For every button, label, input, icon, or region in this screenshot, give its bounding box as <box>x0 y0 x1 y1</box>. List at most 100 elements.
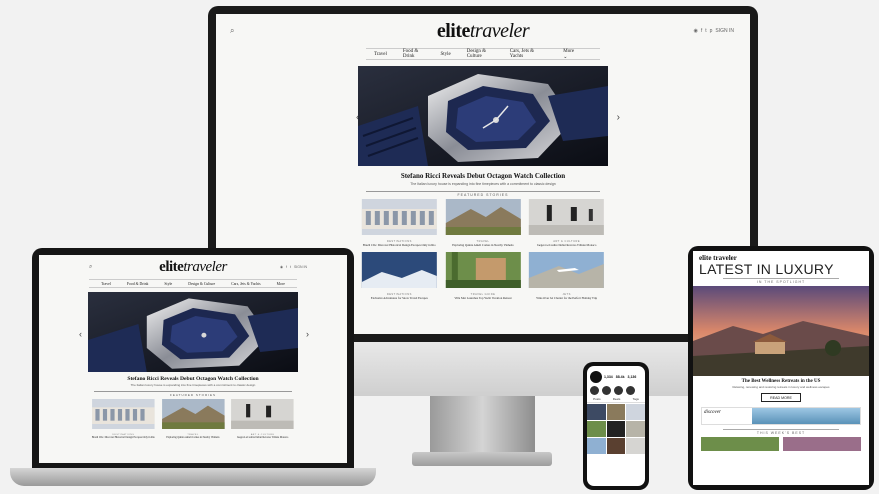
ad-banner[interactable]: discover <box>701 407 861 425</box>
watch-photo <box>358 66 608 166</box>
nav-design-culture[interactable]: Design & Culture <box>180 282 223 286</box>
twitter-icon[interactable]: t <box>705 28 706 34</box>
weeks-best-photo[interactable] <box>783 437 861 451</box>
instagram-icon[interactable]: ◉ <box>280 265 283 269</box>
social-links: ◉ f t p SIGN IN <box>693 28 734 34</box>
story-title[interactable]: Exploring Quinta Ameli Comes in Nearby V… <box>161 436 226 439</box>
profile-header: 1,334 88.4k 3,136 <box>587 366 645 385</box>
highlight-circle[interactable] <box>614 386 623 395</box>
grid-photo[interactable] <box>606 438 626 454</box>
logo-elite: elite <box>159 258 184 275</box>
site-header: ⌕ elitetraveler ◉ f t p SIGN IN <box>216 14 750 48</box>
nav-design-culture[interactable]: Design & Culture <box>459 49 502 59</box>
story-title[interactable]: Brazil CIG: Discover Historical Design E… <box>360 243 439 247</box>
nav-cars-jets-yachts[interactable]: Cars, Jets & Yachts <box>502 49 547 59</box>
hero-subtitle: The Italian luxury house is expanding in… <box>410 182 556 186</box>
spotlight-subtitle: Relaxing, renewing and restoring retreat… <box>732 385 830 389</box>
grid-photo[interactable] <box>587 421 606 437</box>
story-card[interactable]: ART & CULTURE Jaeger-LeCoultre Debut Rev… <box>527 199 606 247</box>
grid-photo[interactable] <box>606 421 626 437</box>
story-title[interactable]: Villa Mar Launches Top Yacht Vacation Re… <box>444 296 523 300</box>
tab-reels[interactable]: Reels <box>613 397 621 401</box>
hero-title[interactable]: Stefano Ricci Reveals Debut Octagon Watc… <box>216 172 750 180</box>
grid-photo[interactable] <box>626 438 645 454</box>
tab-posts[interactable]: Posts <box>593 397 601 401</box>
carousel-next-icon[interactable]: › <box>617 112 620 123</box>
avatar[interactable] <box>590 371 602 383</box>
hero-image[interactable] <box>358 66 608 166</box>
story-card[interactable]: DESTINATIONS Brazil CIG: Discover Histor… <box>360 199 439 247</box>
story-thumb <box>445 199 521 235</box>
nav-cars-jets-yachts[interactable]: Cars, Jets & Yachts <box>223 282 268 286</box>
highlight-circle[interactable] <box>590 386 599 395</box>
facebook-icon[interactable]: f <box>701 28 702 34</box>
twitter-icon[interactable]: t <box>290 265 291 269</box>
hero-image[interactable] <box>88 292 298 372</box>
story-card[interactable]: DESTINATIONS Exclusive Adventures for Sn… <box>360 252 439 300</box>
story-thumb <box>529 252 605 288</box>
story-title[interactable]: Exploring Quinta Ameli Comes in Nearby V… <box>444 243 523 247</box>
story-card[interactable]: ART & CULTURE Jaeger-LeCoultre Debut Rev… <box>230 399 295 439</box>
weeks-best-label: THIS WEEK'S BEST <box>723 429 839 435</box>
highlight-circle[interactable] <box>626 386 635 395</box>
highlight-circle[interactable] <box>602 386 611 395</box>
pinterest-icon[interactable]: p <box>710 28 713 34</box>
facebook-icon[interactable]: f <box>286 265 287 269</box>
weeks-best-row <box>701 437 861 451</box>
story-title[interactable]: Exclusive Adventures for Snow Travel Esc… <box>360 296 439 300</box>
social-links: ◉ f t SIGN IN <box>280 265 307 269</box>
story-thumb <box>361 252 437 288</box>
story-card[interactable]: JETS Wins Over Jet Charter for the Perfe… <box>527 252 606 300</box>
nav-food-drink[interactable]: Food & Drink <box>395 49 433 59</box>
story-title[interactable]: Wins Over Jet Charter for the Perfect Ho… <box>527 296 606 300</box>
instagram-icon[interactable]: ◉ <box>693 28 697 34</box>
read-more-button[interactable]: READ MORE <box>761 393 801 402</box>
signin-link[interactable]: SIGN IN <box>294 265 307 269</box>
story-title[interactable]: Jaeger-LeCoultre Debut Reverso Tribute M… <box>527 243 606 247</box>
site-logo[interactable]: elitetraveler <box>159 259 227 276</box>
story-card[interactable]: TRAVEL Exploring Quinta Ameli Comes in N… <box>444 199 523 247</box>
carousel-prev-icon[interactable]: ‹ <box>79 329 82 339</box>
story-title[interactable]: Brazil CIG: Discover Historical Design E… <box>91 436 156 439</box>
logo-traveler: traveler <box>469 19 530 42</box>
story-card[interactable]: TRAVEL Exploring Quinta Ameli Comes in N… <box>161 399 226 439</box>
hero-subtitle: The Italian luxury house is expanding in… <box>130 383 256 387</box>
watch-photo <box>88 292 298 372</box>
nav-more[interactable]: More ⌄ <box>547 49 600 60</box>
grid-photo[interactable] <box>587 404 606 420</box>
nav-travel[interactable]: Travel <box>366 52 395 57</box>
followers-count: 88.4k <box>615 375 625 379</box>
story-thumb <box>445 252 521 288</box>
signin-link[interactable]: SIGN IN <box>715 28 734 34</box>
search-icon[interactable]: ⌕ <box>230 26 234 36</box>
following-count: 3,136 <box>627 375 637 379</box>
nav-more[interactable]: More <box>269 282 293 286</box>
story-card[interactable]: TRAVEL GUIDE Villa Mar Launches Top Yach… <box>444 252 523 300</box>
hero-title[interactable]: Stefano Ricci Reveals Debut Octagon Watc… <box>39 376 347 382</box>
newsletter-heading: LATEST IN LUXURY <box>699 261 834 277</box>
story-card[interactable]: DESTINATIONS Brazil CIG: Discover Histor… <box>91 399 156 439</box>
profile-tabs: Posts Reels Tags <box>587 396 645 403</box>
spotlight-image[interactable] <box>693 286 869 376</box>
site-logo[interactable]: elitetraveler <box>437 19 530 43</box>
story-thumb <box>361 199 437 235</box>
weeks-best-photo[interactable] <box>701 437 779 451</box>
grid-photo[interactable] <box>626 421 645 437</box>
grid-photo[interactable] <box>626 404 645 420</box>
nav-travel[interactable]: Travel <box>93 282 119 286</box>
nav-style[interactable]: Style <box>432 52 458 57</box>
nav-style[interactable]: Style <box>156 282 180 286</box>
search-icon[interactable]: ⌕ <box>89 264 92 271</box>
featured-stories-label: FEATURED STORIES <box>94 391 292 397</box>
tab-tags[interactable]: Tags <box>633 397 639 401</box>
monitor-stand <box>430 396 535 456</box>
featured-stories-label: FEATURED STORIES <box>366 191 600 197</box>
story-highlights <box>587 385 645 396</box>
carousel-next-icon[interactable]: › <box>306 329 309 339</box>
grid-photo[interactable] <box>606 404 626 420</box>
nav-food-drink[interactable]: Food & Drink <box>119 282 157 286</box>
story-thumb <box>231 399 294 429</box>
smartphone: 1,334 88.4k 3,136 Posts Reels Tags <box>583 362 649 490</box>
grid-photo[interactable] <box>587 438 606 454</box>
story-title[interactable]: Jaeger-LeCoultre Debut Reverso Tribute M… <box>230 436 295 439</box>
